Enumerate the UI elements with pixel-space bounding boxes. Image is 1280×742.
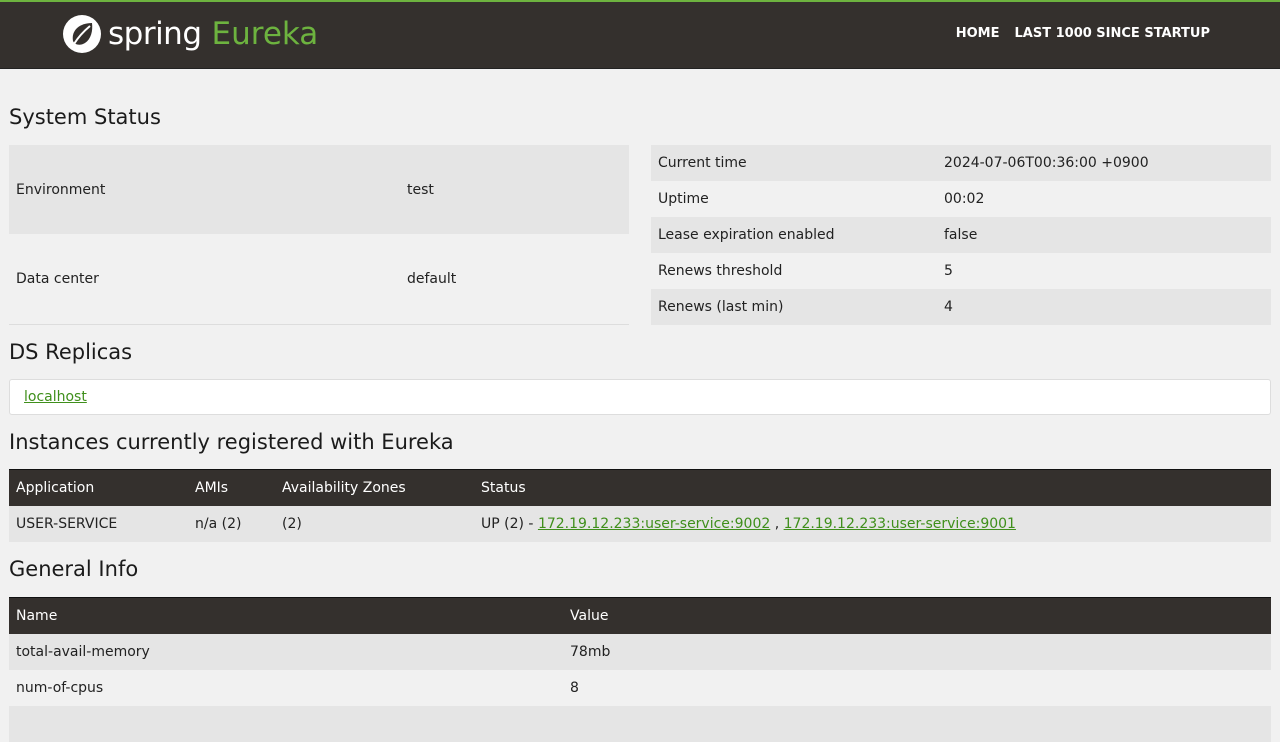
info-name-cell: total-avail-memory [9,634,563,670]
table-row: Uptime 00:02 [651,181,1271,217]
table-row: Environment test [9,145,629,235]
ds-replicas-heading: DS Replicas [9,340,133,364]
spring-leaf-icon [63,15,101,53]
table-row: Renews (last min) 4 [651,289,1271,325]
general-info-heading: General Info [9,557,139,581]
info-value-cell: 78mb [563,634,1271,670]
status-value: default [400,234,629,326]
system-status-heading: System Status [9,105,161,129]
column-header-status: Status [474,469,1271,506]
general-info-table: Name Value total-avail-memory 78mb num-o… [9,597,1271,742]
system-status-left-table: Environment test Data center default [9,145,629,326]
application-cell: USER-SERVICE [9,506,188,542]
system-status-section: Environment test Data center default Cur… [9,145,1271,326]
zones-cell: (2) [275,506,474,542]
status-value: test [400,145,629,235]
instances-heading: Instances currently registered with Eure… [9,430,454,454]
link-separator: , [770,516,784,532]
status-label: Data center [9,234,400,326]
instance-link[interactable]: 172.19.12.233:user-service:9002 [538,516,770,532]
column-header-value: Value [563,597,1271,634]
table-row: Current time 2024-07-06T00:36:00 +0900 [651,145,1271,181]
amis-cell: n/a (2) [188,506,275,542]
column-header-name: Name [9,597,563,634]
table-header-row: Name Value [9,597,1271,634]
info-value-cell [563,706,1271,742]
main-content: System Status Environment test Data cent… [0,69,1280,742]
status-label: Environment [9,145,400,235]
status-value: 2024-07-06T00:36:00 +0900 [937,145,1271,181]
nav-last-1000-link[interactable]: LAST 1000 SINCE STARTUP [1015,26,1211,41]
status-label: Current time [651,145,937,181]
instances-table: Application AMIs Availability Zones Stat… [9,469,1271,542]
table-row: num-of-cpus 8 [9,670,1271,706]
replica-link-localhost[interactable]: localhost [24,389,87,405]
column-header-amis: AMIs [188,469,275,506]
status-cell: UP (2) - 172.19.12.233:user-service:9002… [474,506,1271,542]
brand-eureka: Eureka [211,16,319,52]
column-header-availability-zones: Availability Zones [275,469,474,506]
table-row: Lease expiration enabled false [651,217,1271,253]
column-header-application: Application [9,469,188,506]
top-nav: HOME LAST 1000 SINCE STARTUP [956,26,1210,41]
table-row: total-avail-memory 78mb [9,634,1271,670]
status-label: Renews (last min) [651,289,937,325]
instance-link[interactable]: 172.19.12.233:user-service:9001 [784,516,1016,532]
status-prefix: UP (2) - [481,516,538,532]
table-header-row: Application AMIs Availability Zones Stat… [9,469,1271,506]
info-name-cell [9,706,563,742]
status-value: 5 [937,253,1271,289]
status-value: 4 [937,289,1271,325]
status-label: Renews threshold [651,253,937,289]
table-row: Renews threshold 5 [651,253,1271,289]
system-status-right-table: Current time 2024-07-06T00:36:00 +0900 U… [651,145,1271,325]
status-label: Lease expiration enabled [651,217,937,253]
table-row: USER-SERVICE n/a (2) (2) UP (2) - 172.19… [9,506,1271,542]
top-navbar: spring Eureka HOME LAST 1000 SINCE START… [0,0,1280,69]
spring-eureka-logo[interactable]: spring Eureka [62,14,318,54]
status-label: Uptime [651,181,937,217]
nav-home-link[interactable]: HOME [956,26,1000,41]
info-value-cell: 8 [563,670,1271,706]
table-row [9,706,1271,742]
status-value: 00:02 [937,181,1271,217]
table-row: Data center default [9,234,629,326]
ds-replicas-list: localhost [9,379,1271,415]
status-value: false [937,217,1271,253]
brand-spring: spring [108,16,202,52]
info-name-cell: num-of-cpus [9,670,563,706]
